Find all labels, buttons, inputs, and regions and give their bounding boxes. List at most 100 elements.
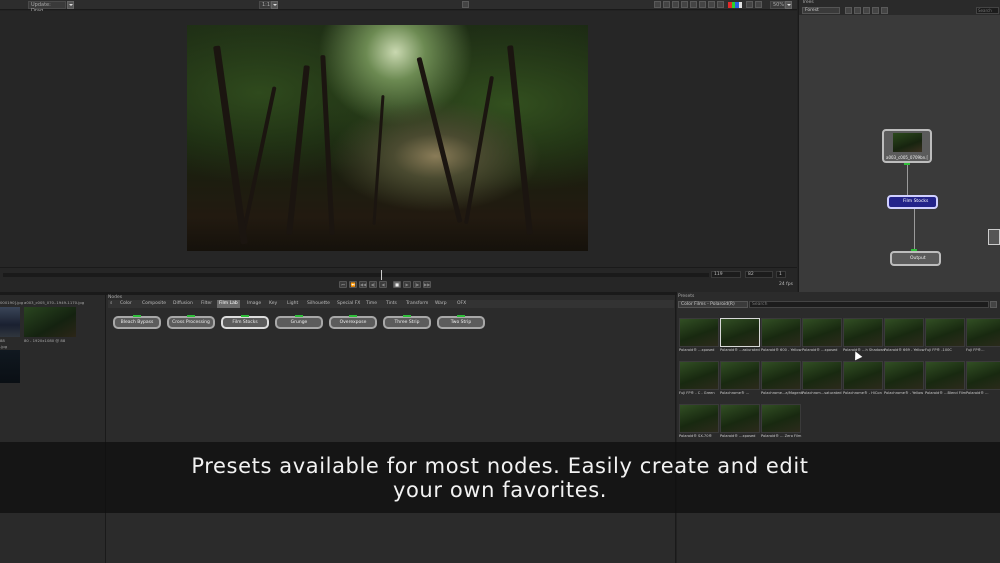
preset-item[interactable]: Polaroid® 669 - Yellow <box>884 318 925 356</box>
tab-composite[interactable]: Composite <box>140 300 168 308</box>
timeline-scrubber[interactable] <box>3 273 709 277</box>
tab-image[interactable]: Image <box>245 300 263 308</box>
channel-swatch[interactable] <box>728 2 742 8</box>
tree-lock-icon[interactable] <box>881 7 888 14</box>
play-button[interactable]: ▶ <box>403 281 411 288</box>
preset-item[interactable]: Polaroid® ...Blend Film <box>925 361 966 399</box>
preset-thumbnail <box>966 361 1000 390</box>
playhead[interactable] <box>380 270 382 280</box>
forest-image[interactable] <box>187 25 588 251</box>
tab-warp[interactable]: Warp <box>433 300 449 308</box>
play-reverse-button[interactable]: ◀ <box>379 281 387 288</box>
luma-channel-icon[interactable] <box>738 2 742 8</box>
tab-key[interactable]: Key <box>267 300 279 308</box>
chevron-down-icon[interactable] <box>67 1 74 9</box>
mask-icon[interactable] <box>690 1 697 8</box>
settings-icon[interactable] <box>699 1 706 8</box>
rewind-button[interactable]: ◀◀ <box>359 281 367 288</box>
step-forward-button[interactable]: |▶ <box>413 281 421 288</box>
tab-time[interactable]: Time <box>364 300 379 308</box>
bin-item-thumb[interactable] <box>0 350 20 383</box>
chevron-down-icon[interactable] <box>271 1 278 9</box>
compare-icon[interactable] <box>717 1 724 8</box>
preset-item[interactable]: Polaroid® ... Zero Film <box>761 404 801 442</box>
zoom-percent-select[interactable]: 50% <box>770 1 785 9</box>
preset-item[interactable]: Polaroid® SX-70® <box>679 404 719 442</box>
bin-item-thumb[interactable] <box>0 307 20 337</box>
zoom-ratio-select[interactable]: 1:1 <box>259 1 271 9</box>
stop-button[interactable]: ■ <box>393 281 401 288</box>
tab-transform[interactable]: Transform <box>404 300 430 308</box>
preset-item[interactable]: Polaroid® ...xposed <box>720 404 760 442</box>
step-field[interactable]: 1 <box>776 271 786 278</box>
two-strip-button[interactable]: Two Strip <box>437 315 485 329</box>
go-start-button[interactable]: ⏮ <box>339 281 347 288</box>
tree-add-icon[interactable] <box>863 7 870 14</box>
overexpose-button[interactable]: Overexpose <box>329 315 377 329</box>
tab-film-lab[interactable]: Film Lab <box>217 300 240 308</box>
tab-tints[interactable]: Tints <box>384 300 399 308</box>
film-stocks-button[interactable]: Film Stocks <box>221 315 269 329</box>
grunge-button[interactable]: Grunge <box>275 315 323 329</box>
preset-item[interactable]: Fuji FP® -100C <box>925 318 965 356</box>
preset-label: Polaroid® SX-70® <box>679 434 713 438</box>
cross-processing-button[interactable]: Cross Processing <box>167 315 215 329</box>
update-mode-select[interactable]: Update: Drag <box>28 1 66 14</box>
bleach-bypass-button[interactable]: Bleach Bypass <box>113 315 161 329</box>
tab-ofx[interactable]: OFX <box>455 300 468 308</box>
tree-settings-icon[interactable] <box>854 7 861 14</box>
safe-area-icon[interactable] <box>746 1 753 8</box>
tab-silhouette[interactable]: Silhouette <box>305 300 332 308</box>
fit-icon[interactable] <box>755 1 762 8</box>
camera-icon[interactable] <box>462 1 469 8</box>
preset-item[interactable]: Polachrome...a/Magenta <box>761 361 803 399</box>
preset-item[interactable]: Polaroid® ...h Shadows <box>843 318 885 356</box>
preset-item[interactable]: Fuji FP®... <box>966 318 1000 356</box>
presets-category-select[interactable]: Color Films - Polaroid(R) <box>678 301 748 308</box>
search-icon[interactable] <box>672 1 679 8</box>
preset-item[interactable]: Polachrome® ... <box>720 361 760 399</box>
clear-search-icon[interactable] <box>990 301 997 308</box>
tab-color[interactable]: Color <box>118 300 134 308</box>
preset-item[interactable]: Polachrom...saturated <box>802 361 842 399</box>
bin-item-thumb[interactable] <box>24 307 76 337</box>
preset-thumbnail <box>761 318 801 347</box>
offscreen-node[interactable] <box>988 229 1000 245</box>
film-stocks-node[interactable]: Film Stocks <box>887 195 938 209</box>
tab-special-fx[interactable]: Special FX <box>335 300 362 308</box>
chevron-down-icon[interactable] <box>785 1 792 9</box>
end-frame-field[interactable]: 82 <box>745 271 773 278</box>
step-back-button[interactable]: ◀| <box>369 281 377 288</box>
current-frame-field[interactable]: 119 <box>711 271 741 278</box>
read-node[interactable]: a003_c005_0709bn.[ <box>882 129 932 163</box>
preset-item[interactable]: Polaroid® ...xposed <box>802 318 842 356</box>
three-strip-button[interactable]: Three Strip <box>383 315 431 329</box>
fast-forward-button[interactable]: ▶▶ <box>423 281 431 288</box>
tree-delete-icon[interactable] <box>872 7 879 14</box>
preset-item[interactable]: Polachrome® - Yellow <box>884 361 924 399</box>
preset-item[interactable]: Fuji FP® - C - Green <box>679 361 719 399</box>
eye-icon[interactable] <box>708 1 715 8</box>
preset-item[interactable]: Polaroid® ...xposed <box>679 318 719 356</box>
overlay-icon[interactable] <box>654 1 661 8</box>
preset-item[interactable]: Polaroid® ... <box>966 361 1000 399</box>
tab-light[interactable]: Light <box>285 300 300 308</box>
preset-item[interactable]: Polachrome® - HiCon <box>843 361 883 399</box>
preset-thumbnail <box>843 361 883 390</box>
search-icon[interactable]: ⌕ <box>108 300 116 308</box>
guides-icon[interactable] <box>681 1 688 8</box>
presets-search-input[interactable]: Search <box>749 301 989 308</box>
tab-diffusion[interactable]: Diffusion <box>171 300 195 308</box>
tree-search-input[interactable]: Search <box>976 7 999 14</box>
bin-item-label: .jpg <box>0 344 8 349</box>
tab-filter[interactable]: Filter <box>199 300 214 308</box>
preset-thumbnail <box>884 361 924 390</box>
output-node[interactable]: Output <box>890 251 941 266</box>
preset-item[interactable]: Polaroid® 600 - Yellow <box>761 318 802 356</box>
tree-select[interactable]: Forest <box>802 7 840 14</box>
new-tree-icon[interactable] <box>845 7 852 14</box>
grid-icon[interactable] <box>663 1 670 8</box>
preset-item[interactable]: Polaroid® ...asturated <box>720 318 760 356</box>
output-port[interactable] <box>904 163 910 165</box>
prev-key-button[interactable]: ⏪ <box>349 281 357 288</box>
